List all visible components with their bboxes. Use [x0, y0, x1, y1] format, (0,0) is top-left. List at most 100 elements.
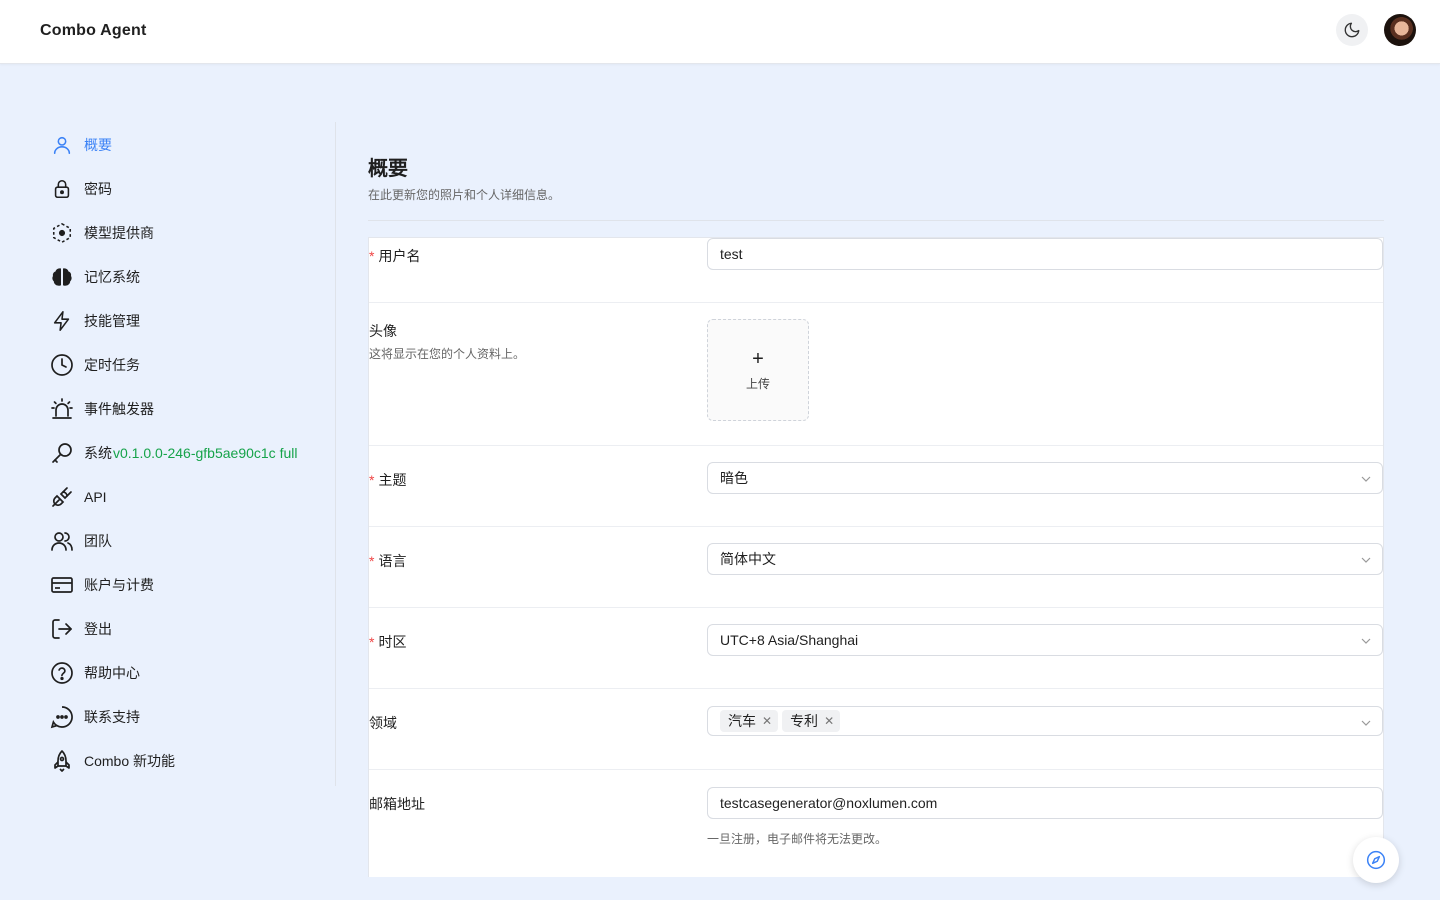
sidebar-item-memory[interactable]: 记忆系统 — [50, 260, 140, 294]
sidebar-item-team[interactable]: 团队 — [50, 524, 112, 558]
plug-icon — [50, 485, 74, 509]
email-input[interactable] — [720, 795, 1370, 811]
page-subtitle: 在此更新您的照片和个人详细信息。 — [368, 188, 561, 202]
language-select[interactable]: 简体中文 — [707, 543, 1383, 575]
settings-sidebar: 概要 密码 模型提供商 记忆系统 技能管理 定时任务 事件触发器 系统 v0.1.… — [40, 122, 336, 786]
sidebar-item-label: 事件触发器 — [84, 401, 154, 417]
domain-tag: 专利 ✕ — [782, 710, 841, 732]
plus-icon: + — [752, 347, 764, 370]
email-label: 邮箱地址 — [369, 796, 425, 812]
profile-form: *用户名 头像 这将显示在您的个人资料上。 + 上传 *主题 暗色 *语言 简体… — [368, 237, 1384, 877]
sidebar-item-label: 定时任务 — [84, 357, 140, 373]
team-icon — [50, 529, 74, 553]
sidebar-item-label: 团队 — [84, 533, 112, 549]
form-row-email: 邮箱地址 一旦注册，电子邮件将无法更改。 — [369, 770, 1383, 878]
required-mark: * — [369, 248, 375, 264]
required-mark: * — [369, 634, 375, 650]
username-label: * 用户名 — [369, 248, 421, 264]
sidebar-item-contact-support[interactable]: 联系支持 — [50, 700, 140, 734]
form-row-username: * 用户名 — [369, 238, 1383, 303]
user-avatar[interactable] — [1384, 14, 1416, 46]
alarm-icon — [50, 397, 74, 421]
form-row-timezone: * 时区 UTC+8 Asia/Shanghai — [369, 608, 1383, 689]
sidebar-item-event-triggers[interactable]: 事件触发器 — [50, 392, 154, 426]
brain-icon — [50, 265, 74, 289]
theme-label: * 主题 — [369, 472, 407, 488]
timezone-label: * 时区 — [369, 634, 407, 650]
sidebar-item-label: 技能管理 — [84, 313, 140, 329]
form-row-language: * 语言 简体中文 — [369, 527, 1383, 608]
sidebar-item-whats-new[interactable]: Combo 新功能 — [50, 744, 175, 778]
moon-icon — [1344, 22, 1360, 38]
sidebar-item-help-center[interactable]: 帮助中心 — [50, 656, 140, 690]
sidebar-item-scheduled-tasks[interactable]: 定时任务 — [50, 348, 140, 382]
sidebar-item-label: 密码 — [84, 181, 112, 197]
sidebar-item-label: 登出 — [84, 621, 112, 637]
page-title: 概要 — [368, 158, 408, 180]
chevron-down-icon — [1361, 476, 1371, 482]
timezone-select[interactable]: UTC+8 Asia/Shanghai — [707, 624, 1383, 656]
timezone-selected-value: UTC+8 Asia/Shanghai — [720, 632, 859, 648]
chevron-down-icon — [1361, 720, 1371, 726]
language-selected-value: 简体中文 — [720, 551, 776, 567]
required-mark: * — [369, 472, 375, 488]
rocket-icon — [50, 749, 74, 773]
model-provider-icon — [50, 221, 74, 245]
divider — [368, 220, 1384, 221]
close-icon[interactable]: ✕ — [824, 714, 834, 728]
sidebar-item-label: 联系支持 — [84, 709, 140, 725]
email-field[interactable] — [707, 787, 1383, 819]
wrench-icon — [50, 441, 74, 465]
sidebar-item-label: 账户与计费 — [84, 577, 154, 593]
sidebar-item-billing[interactable]: 账户与计费 — [50, 568, 154, 602]
required-mark: * — [369, 553, 375, 569]
version-label: v0.1.0.0-246-gfb5ae90c1c full — [113, 445, 298, 461]
sidebar-item-logout[interactable]: 登出 — [50, 612, 112, 646]
upload-label: 上传 — [745, 376, 770, 391]
avatar-upload-button[interactable]: + 上传 — [707, 319, 809, 421]
form-row-avatar: 头像 这将显示在您的个人资料上。 + 上传 — [369, 303, 1383, 446]
sidebar-item-label: 帮助中心 — [84, 665, 140, 681]
sidebar-item-password[interactable]: 密码 — [50, 172, 112, 206]
lock-icon — [50, 177, 74, 201]
domain-tag: 汽车 ✕ — [720, 710, 779, 732]
user-icon — [50, 133, 74, 157]
help-icon — [50, 661, 74, 685]
close-icon[interactable]: ✕ — [762, 714, 772, 728]
clock-icon — [50, 353, 74, 377]
chevron-down-icon — [1361, 638, 1371, 644]
form-row-domain: 领域 汽车 ✕ 专利 ✕ — [369, 689, 1383, 770]
form-row-theme: * 主题 暗色 — [369, 446, 1383, 527]
avatar-label: 头像 — [369, 323, 397, 339]
sidebar-item-label: 模型提供商 — [84, 225, 154, 241]
sidebar-item-label: 系统 — [84, 445, 112, 461]
sidebar-item-api[interactable]: API — [50, 480, 107, 514]
username-field[interactable] — [707, 238, 1383, 270]
compass-icon — [1366, 850, 1386, 870]
logout-icon — [50, 617, 74, 641]
avatar-hint: 这将显示在您的个人资料上。 — [369, 347, 526, 361]
chat-icon — [50, 705, 74, 729]
domain-multiselect[interactable]: 汽车 ✕ 专利 ✕ — [707, 706, 1383, 736]
credit-card-icon — [50, 573, 74, 597]
username-input[interactable] — [720, 246, 1370, 262]
sidebar-item-label: 记忆系统 — [84, 269, 140, 285]
top-bar: Combo Agent — [0, 0, 1440, 64]
sidebar-item-label: API — [84, 489, 107, 505]
compass-fab-button[interactable] — [1353, 837, 1399, 883]
sidebar-item-overview[interactable]: 概要 — [50, 128, 112, 162]
sidebar-item-label: 概要 — [84, 137, 112, 153]
lightning-icon — [50, 309, 74, 333]
chevron-down-icon — [1361, 557, 1371, 563]
app-title: Combo Agent — [40, 22, 147, 39]
email-hint: 一旦注册，电子邮件将无法更改。 — [707, 832, 888, 846]
language-label: * 语言 — [369, 553, 407, 569]
sidebar-item-model-provider[interactable]: 模型提供商 — [50, 216, 154, 250]
theme-toggle-button[interactable] — [1336, 14, 1368, 46]
sidebar-item-skills[interactable]: 技能管理 — [50, 304, 140, 338]
sidebar-item-label: Combo 新功能 — [84, 753, 176, 769]
domain-label: 领域 — [369, 715, 397, 731]
sidebar-item-system[interactable]: 系统 v0.1.0.0-246-gfb5ae90c1c full — [50, 436, 297, 470]
theme-select[interactable]: 暗色 — [707, 462, 1383, 494]
theme-selected-value: 暗色 — [720, 470, 748, 486]
